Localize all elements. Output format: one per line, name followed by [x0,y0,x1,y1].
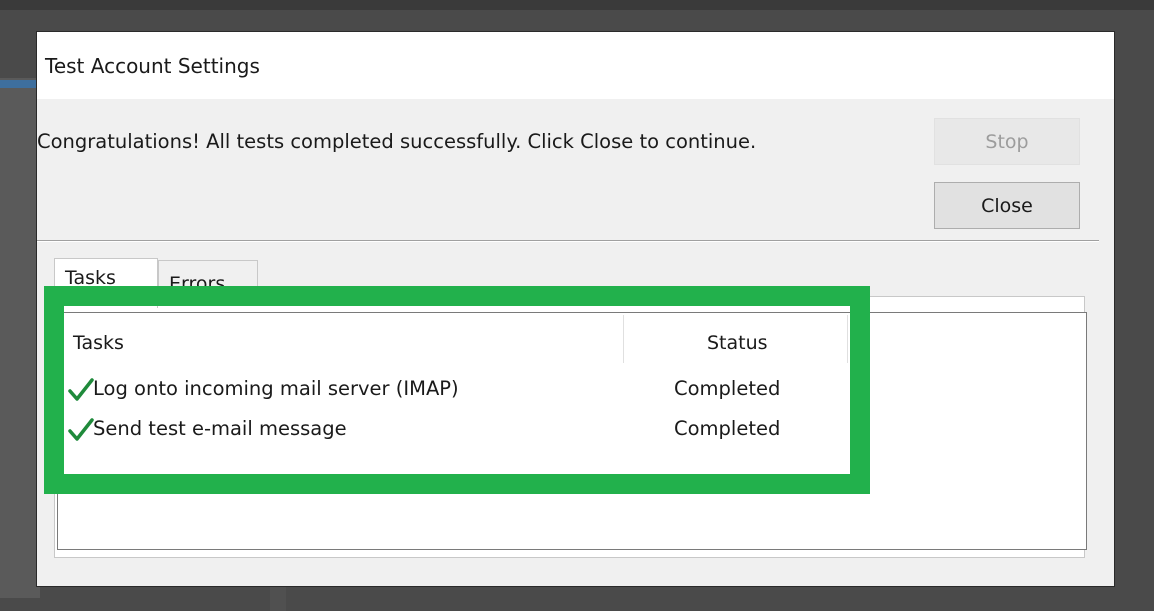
table-row[interactable]: Send test e-mail message Completed [67,416,827,446]
tab-errors[interactable]: Errors [158,260,258,295]
dialog-title: Test Account Settings [45,54,260,78]
checkmark-icon [68,418,94,441]
background-panel [0,78,40,598]
close-button[interactable]: Close [934,182,1080,229]
column-divider-end[interactable] [847,315,848,363]
tab-tasks[interactable]: Tasks [54,258,158,308]
divider-highlight [37,241,1099,242]
column-header-status[interactable]: Status [707,332,768,354]
task-name: Send test e-mail message [93,417,347,440]
task-status: Completed [674,417,781,440]
background-accent-stripe [0,80,40,88]
status-message: Congratulations! All tests completed suc… [37,130,757,153]
stop-button[interactable]: Stop [934,118,1080,165]
task-name: Log onto incoming mail server (IMAP) [93,377,459,400]
test-account-settings-dialog: Test Account Settings Congratulations! A… [37,32,1114,586]
checkmark-icon [68,378,94,401]
background-edge [270,585,286,611]
table-row[interactable]: Log onto incoming mail server (IMAP) Com… [67,376,827,406]
task-status: Completed [674,377,781,400]
column-header-tasks[interactable]: Tasks [73,332,124,354]
dialog-title-bar[interactable]: Test Account Settings [37,32,1114,99]
column-divider[interactable] [623,315,624,363]
